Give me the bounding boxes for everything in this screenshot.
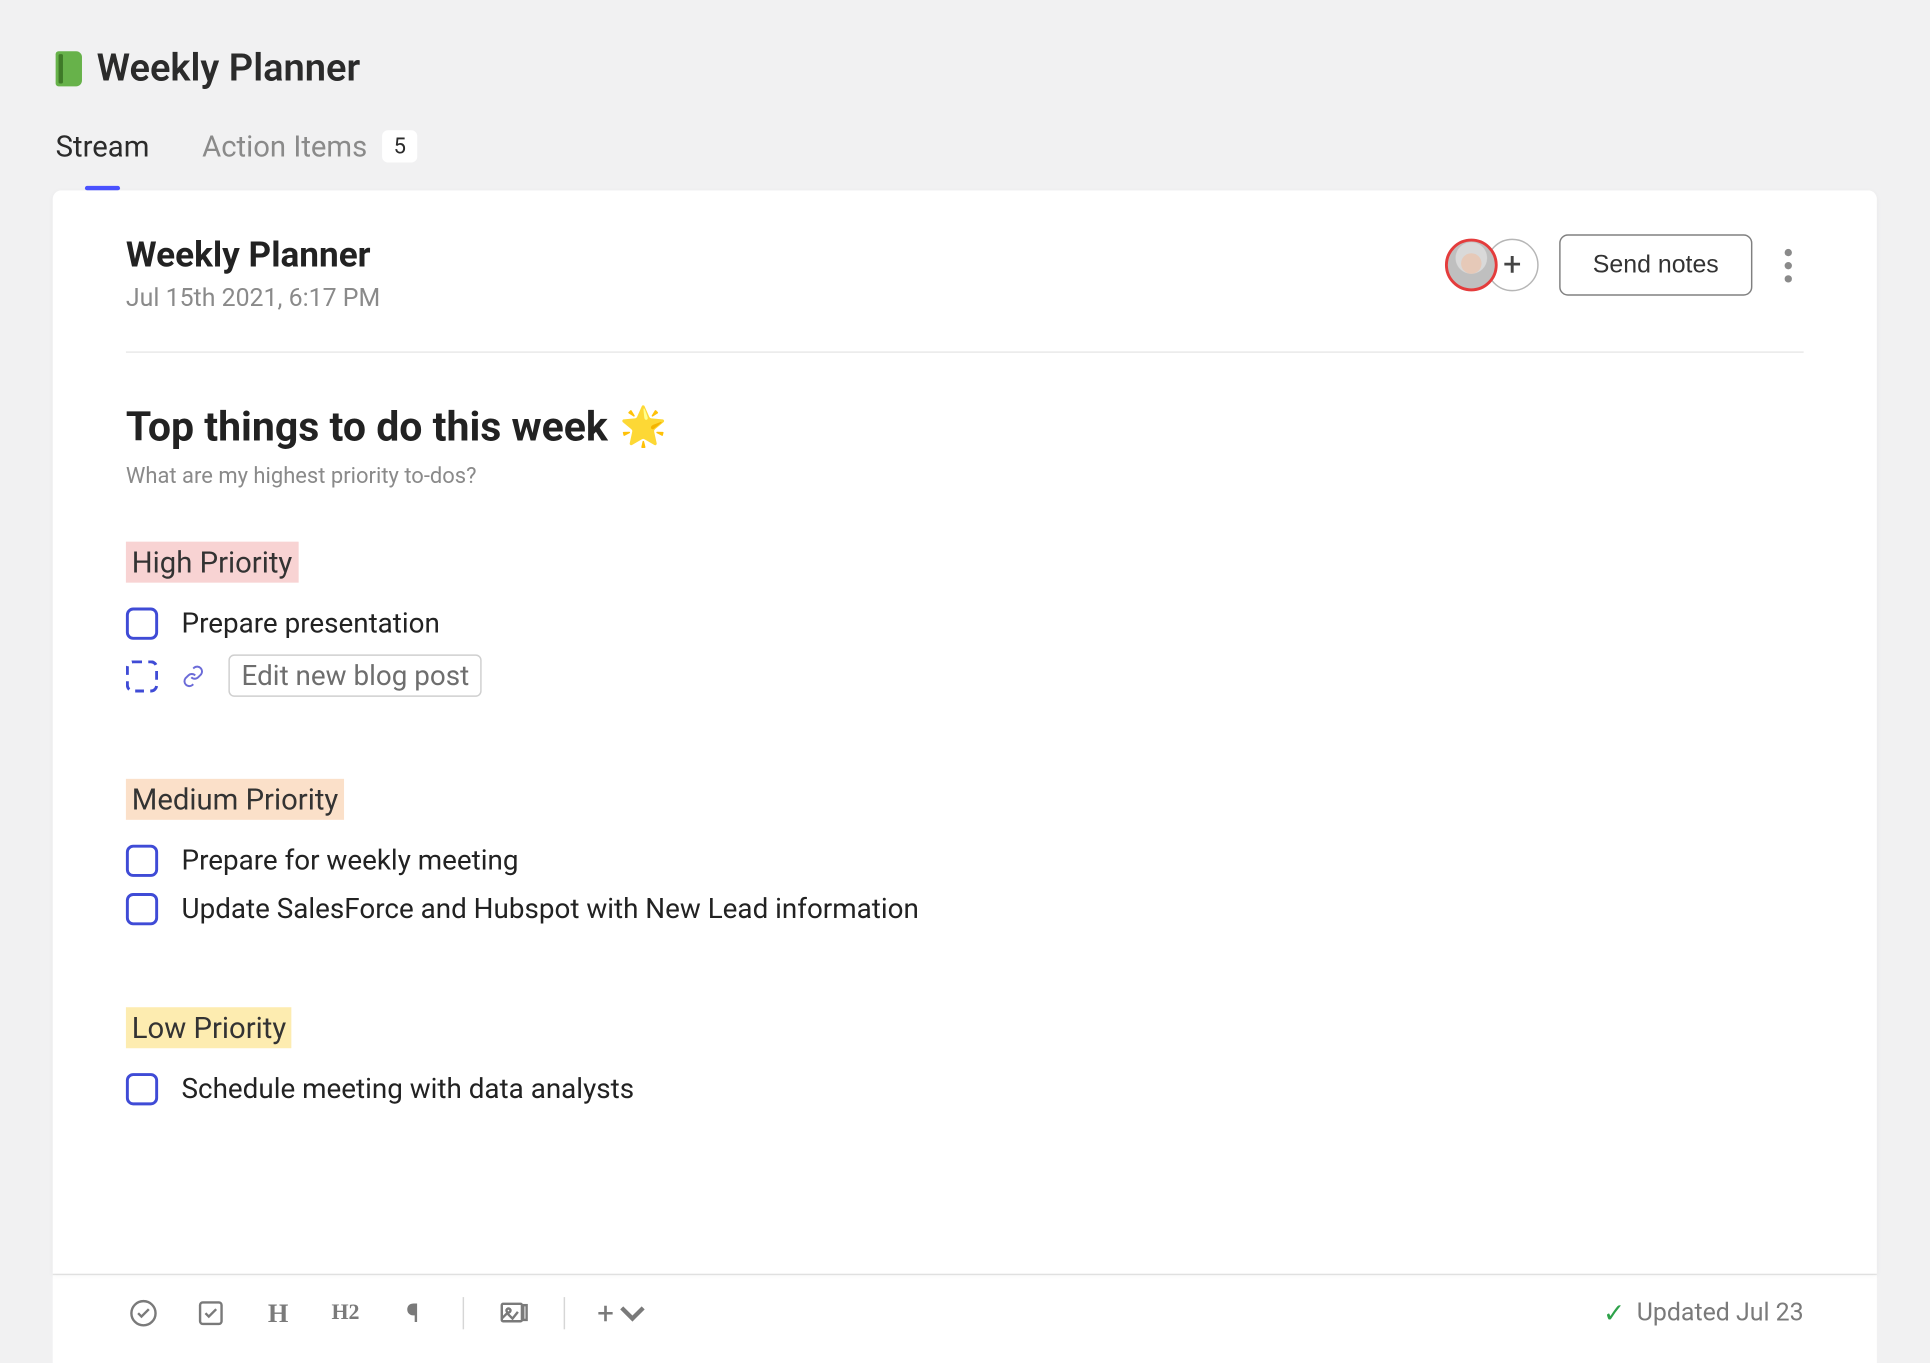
list-item: Schedule meeting with data analysts <box>126 1072 1804 1106</box>
send-notes-button[interactable]: Send notes <box>1559 234 1752 295</box>
format-tools: H H2 ¶ + <box>126 1296 649 1331</box>
checkbox-linked[interactable] <box>126 660 158 692</box>
priority-medium-block: Medium Priority Prepare for weekly meeti… <box>126 779 1804 925</box>
page-title-row: Weekly Planner <box>0 47 1930 129</box>
card-title: Weekly Planner <box>126 234 380 275</box>
card-actions: + Send notes <box>1445 234 1804 295</box>
note-card: Weekly Planner Jul 15th 2021, 6:17 PM + … <box>53 190 1877 1273</box>
add-block-button[interactable]: + <box>597 1296 649 1331</box>
more-menu-button[interactable] <box>1773 239 1804 290</box>
plus-icon: + <box>1503 247 1521 284</box>
circle-check-icon[interactable] <box>126 1296 161 1331</box>
priority-low-label: Low Priority <box>126 1007 292 1048</box>
checkbox[interactable] <box>126 1072 158 1104</box>
tab-stream[interactable]: Stream <box>56 129 150 190</box>
priority-medium-label: Medium Priority <box>126 779 344 820</box>
tab-action-items-count: 5 <box>382 130 418 162</box>
priority-high-list: Prepare presentation Edit new blog post <box>126 606 1804 697</box>
star-icon: 🌟 <box>620 405 667 449</box>
notebook-icon <box>56 50 88 88</box>
linked-todo-pill[interactable]: Edit new blog post <box>228 654 482 696</box>
toolbar-divider <box>463 1297 464 1329</box>
priority-low-block: Low Priority Schedule meeting with data … <box>126 1007 1804 1105</box>
card-title-block: Weekly Planner Jul 15th 2021, 6:17 PM <box>126 234 380 313</box>
checkbox[interactable] <box>126 892 158 924</box>
tab-stream-label: Stream <box>56 129 150 164</box>
chevron-down-icon <box>617 1297 649 1329</box>
avatar[interactable] <box>1445 239 1498 292</box>
card-header: Weekly Planner Jul 15th 2021, 6:17 PM + … <box>126 234 1804 353</box>
tab-action-items-label: Action Items <box>202 129 367 164</box>
plus-icon: + <box>597 1296 614 1331</box>
checkbox[interactable] <box>126 844 158 876</box>
section-heading-text: Top things to do this week <box>126 403 608 451</box>
toolbar-divider <box>564 1297 565 1329</box>
page-title: Weekly Planner <box>97 47 361 91</box>
updated-status: ✓ Updated Jul 23 <box>1603 1298 1804 1329</box>
todo-text[interactable]: Update SalesForce and Hubspot with New L… <box>182 892 919 926</box>
check-icon: ✓ <box>1603 1298 1625 1329</box>
checkbox[interactable] <box>126 607 158 639</box>
heading-icon[interactable]: H <box>261 1296 296 1331</box>
priority-medium-list: Prepare for weekly meeting Update SalesF… <box>126 843 1804 925</box>
checkbox-icon[interactable] <box>193 1296 228 1331</box>
todo-text[interactable]: Prepare for weekly meeting <box>182 843 519 877</box>
list-item: Edit new blog post <box>126 654 1804 696</box>
todo-text[interactable]: Schedule meeting with data analysts <box>182 1072 635 1106</box>
link-icon <box>182 664 205 687</box>
list-item: Update SalesForce and Hubspot with New L… <box>126 892 1804 926</box>
paragraph-icon[interactable]: ¶ <box>395 1296 430 1331</box>
footer-toolbar: H H2 ¶ + ✓ Updated Jul 23 <box>53 1274 1877 1363</box>
tabs: Stream Action Items 5 <box>0 129 1930 190</box>
card-datetime: Jul 15th 2021, 6:17 PM <box>126 284 380 313</box>
priority-low-list: Schedule meeting with data analysts <box>126 1072 1804 1106</box>
section-heading: Top things to do this week 🌟 <box>126 403 1804 451</box>
list-item: Prepare for weekly meeting <box>126 843 1804 877</box>
tab-action-items[interactable]: Action Items 5 <box>202 129 418 190</box>
todo-text[interactable]: Prepare presentation <box>182 606 440 640</box>
image-icon[interactable] <box>496 1296 531 1331</box>
priority-high-block: High Priority Prepare presentation Edit … <box>126 542 1804 697</box>
section-subheading: What are my highest priority to-dos? <box>126 463 1804 489</box>
priority-high-label: High Priority <box>126 542 298 583</box>
heading2-icon[interactable]: H2 <box>328 1296 363 1331</box>
updated-label: Updated Jul 23 <box>1637 1299 1804 1328</box>
list-item: Prepare presentation <box>126 606 1804 640</box>
